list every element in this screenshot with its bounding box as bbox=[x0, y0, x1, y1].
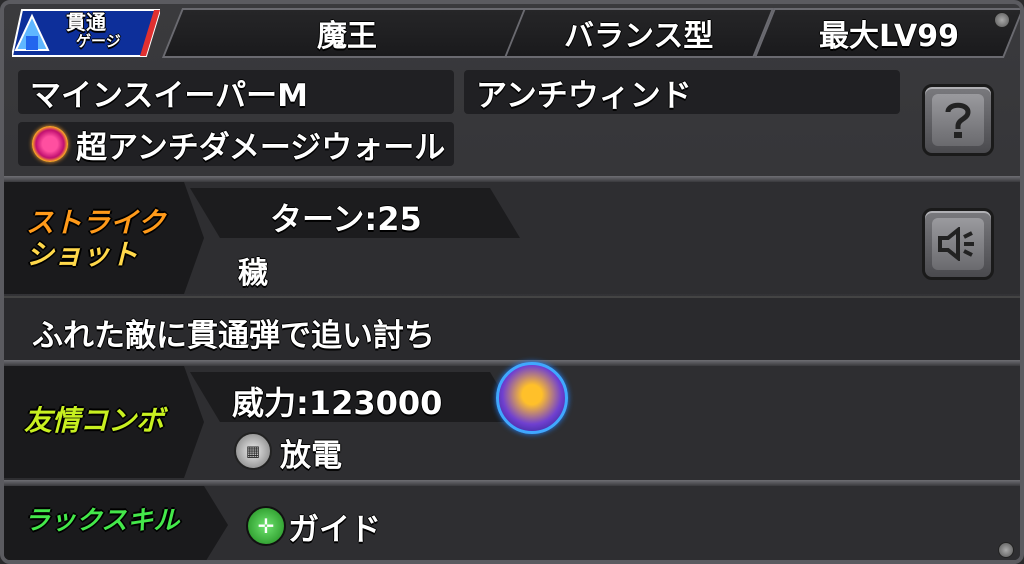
power-text: 威力:123000 bbox=[232, 384, 443, 422]
luck-skill-name: ガイド bbox=[288, 512, 381, 548]
ability-2: アンチウィンド bbox=[464, 70, 900, 114]
tribe-field: 魔王 bbox=[161, 8, 533, 58]
strike-shot-label-2: ショット bbox=[26, 238, 139, 271]
ability-1-text: マインスイーパーM bbox=[30, 77, 308, 114]
tribe-text: 魔王 bbox=[317, 19, 377, 54]
guide-icon: ✛ bbox=[246, 506, 286, 546]
luck-skill-label: ラックスキル bbox=[24, 506, 180, 536]
character-info-panel: 貫通 ゲージ 魔王 バランス型 最大LV99 マインスイーパーM アンチウィンド… bbox=[0, 0, 1024, 564]
strike-shot-name: 穢 bbox=[238, 256, 268, 291]
gauge-ability-text: 超アンチダメージウォール bbox=[76, 129, 446, 166]
max-level-field: 最大LV99 bbox=[753, 8, 1020, 58]
piercing-gauge-badge: 貫通 ゲージ bbox=[10, 6, 162, 58]
ability-1: マインスイーパーM bbox=[18, 70, 454, 114]
gauge-ability-icon bbox=[32, 126, 68, 162]
turn-text: ターン:25 bbox=[270, 200, 422, 238]
gauge-ability: 超アンチダメージウォール bbox=[18, 122, 454, 166]
combo-type-icon: ▦ bbox=[234, 432, 272, 470]
speaker-glyph bbox=[938, 227, 974, 261]
friendship-combo-label: 友情コンボ bbox=[24, 404, 165, 437]
combo-name: 放電 bbox=[280, 438, 342, 474]
corner-screw-bottom bbox=[998, 542, 1014, 558]
type-text: バランス型 bbox=[564, 19, 714, 54]
question-glyph bbox=[945, 102, 971, 138]
ability-2-text: アンチウィンド bbox=[476, 77, 692, 114]
speaker-icon bbox=[932, 218, 984, 270]
voice-button[interactable] bbox=[922, 208, 994, 280]
max-level-text: 最大LV99 bbox=[819, 19, 959, 54]
strike-shot-label-1: ストライク bbox=[26, 206, 166, 239]
question-icon bbox=[932, 94, 984, 146]
badge-line2: ゲージ bbox=[76, 32, 121, 50]
corner-screw-top bbox=[994, 12, 1010, 28]
strike-shot-description: ふれた敵に貫通弾で追い討ち bbox=[32, 318, 435, 354]
combo-element-icon bbox=[496, 362, 568, 434]
type-field: バランス型 bbox=[503, 8, 775, 58]
help-button[interactable] bbox=[922, 84, 994, 156]
